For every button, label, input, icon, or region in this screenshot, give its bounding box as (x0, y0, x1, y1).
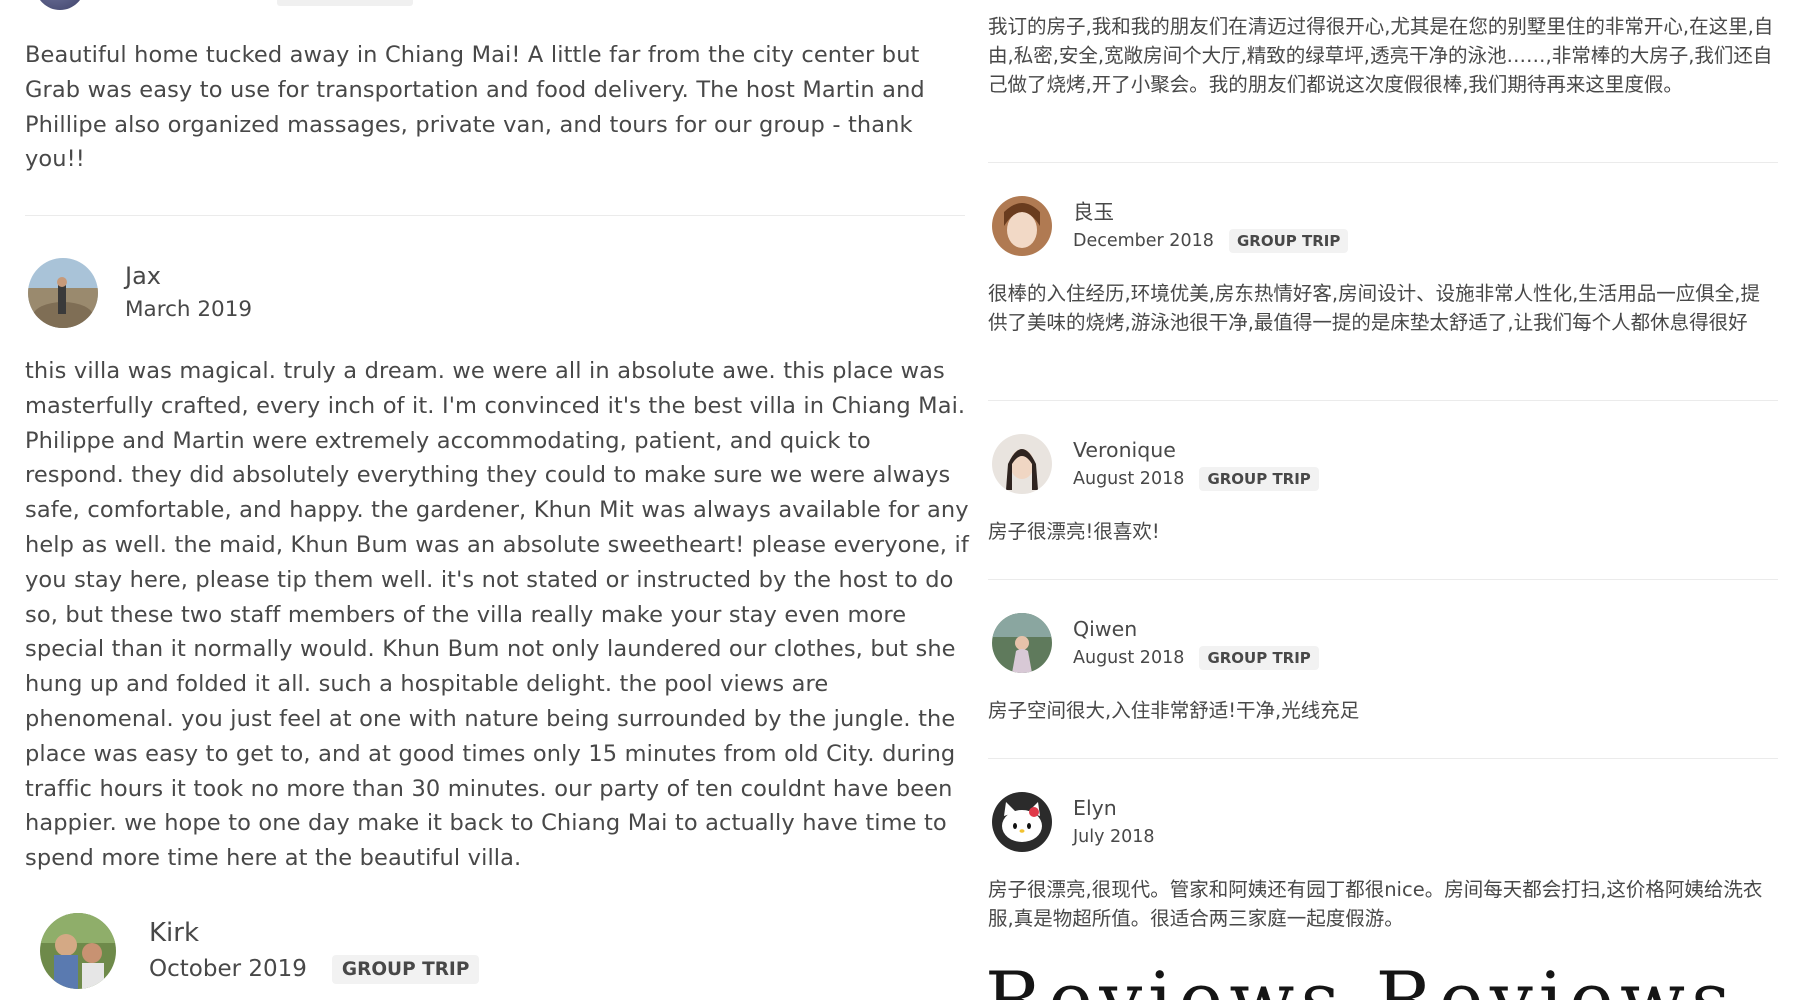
review-divider (25, 215, 965, 216)
reviewer-name[interactable]: Kirk (149, 918, 479, 948)
review-text: 房子空间很大,入住非常舒适!干净,光线充足 (988, 699, 1360, 722)
avatar-photo-icon (40, 913, 116, 989)
reviewer-name[interactable]: 良玉 (1073, 199, 1348, 225)
group-trip-badge: GROUP TRIP (1199, 467, 1319, 491)
reviews-watermark-title: Reviews Reviews (985, 955, 1737, 1000)
review-divider (988, 579, 1778, 580)
review-text: 我订的房子,我和我的朋友们在清迈过得很开心,尤其是在您的别墅里住的非常开心,在这… (988, 15, 1774, 96)
reviewer-name[interactable]: Jax (125, 261, 252, 291)
avatar[interactable] (28, 258, 98, 328)
hello-kitty-avatar-icon (992, 792, 1052, 852)
review-date: August 2018 (1073, 468, 1185, 489)
review-text: 房子很漂亮!很喜欢! (988, 520, 1160, 543)
review-text: this villa was magical. truly a dream. w… (25, 358, 969, 872)
avatar[interactable] (992, 196, 1052, 256)
reviewer-header-liangyu: 良玉 December 2018 GROUP TRIP (992, 196, 1349, 256)
reviews-right-column: 我订的房子,我和我的朋友们在清迈过得很开心,尤其是在您的别墅里住的非常开心,在这… (988, 0, 1778, 1000)
review-date: August 2018 (1073, 647, 1185, 668)
reviewer-header-qiwen: Qiwen August 2018 GROUP TRIP (992, 613, 1319, 673)
reviewer-header-elyn: Elyn July 2018 (992, 792, 1155, 852)
review-date: July 2018 (1073, 826, 1155, 847)
avatar-photo-icon (992, 613, 1052, 673)
group-trip-badge: GROUP TRIP (1199, 646, 1319, 670)
group-trip-badge: GROUP TRIP (331, 954, 480, 984)
review-divider (988, 400, 1778, 401)
reviewer-header-kirk: Kirk October 2019 GROUP TRIP (40, 913, 480, 989)
avatar[interactable] (992, 613, 1052, 673)
group-trip-badge-cropped (277, 0, 413, 6)
avatar[interactable] (992, 434, 1052, 494)
review-date: October 2019 (149, 956, 307, 982)
review-date: December 2018 (1073, 230, 1214, 251)
reviewer-name[interactable]: Elyn (1073, 795, 1155, 821)
review-divider (988, 162, 1778, 163)
review-text: 很棒的入住经历,环境优美,房东热情好客,房间设计、设施非常人性化,生活用品一应俱… (988, 282, 1760, 334)
avatar[interactable] (40, 913, 116, 989)
review-divider (988, 758, 1778, 759)
avatar[interactable] (992, 792, 1052, 852)
review-date: March 2019 (125, 297, 253, 322)
reviewer-header-jax: Jax March 2019 (28, 258, 252, 328)
reviewer-name[interactable]: Veronique (1073, 437, 1319, 463)
reviews-page: Beautiful home tucked away in Chiang Mai… (0, 0, 1800, 1000)
review-text: Beautiful home tucked away in Chiang Mai… (25, 42, 925, 173)
reviewer-header-veronique: Veronique August 2018 GROUP TRIP (992, 434, 1319, 494)
avatar-photo-icon (992, 196, 1052, 256)
reviewer-avatar-cropped[interactable] (35, 0, 85, 10)
reviewer-name[interactable]: Qiwen (1073, 616, 1319, 642)
avatar-photo-icon (28, 258, 98, 328)
avatar-photo-icon (992, 434, 1052, 494)
reviews-left-column: Beautiful home tucked away in Chiang Mai… (25, 0, 970, 1000)
review-text: 房子很漂亮,很现代。管家和阿姨还有园丁都很nice。房间每天都会打扫,这价格阿姨… (988, 878, 1763, 930)
group-trip-badge: GROUP TRIP (1228, 229, 1349, 253)
